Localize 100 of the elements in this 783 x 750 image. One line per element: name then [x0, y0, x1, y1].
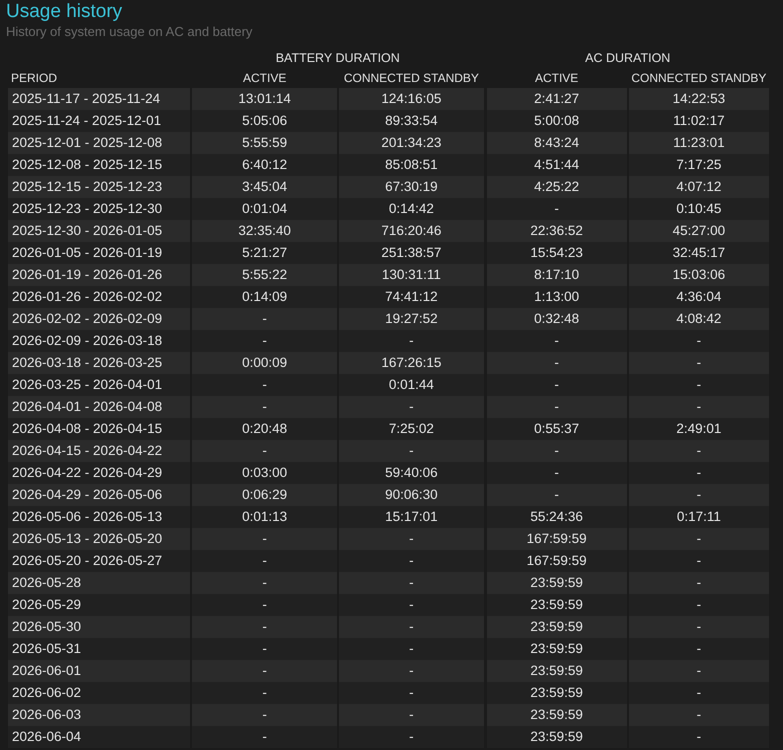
- table-cell: 4:07:12: [628, 176, 769, 198]
- table-cell: -: [628, 682, 769, 704]
- table-cell: -: [192, 396, 338, 418]
- table-cell: 124:16:05: [339, 88, 484, 110]
- table-cell: 2025-12-15 - 2025-12-23: [8, 176, 190, 198]
- table-cell: 7:17:25: [628, 154, 769, 176]
- table-cell: 23:59:59: [486, 660, 627, 682]
- table-cell: 167:26:15: [339, 352, 484, 374]
- table-cell: 2026-05-31: [8, 638, 190, 660]
- table-cell: 23:59:59: [486, 572, 627, 594]
- table-cell: 59:40:06: [339, 462, 484, 484]
- table-cell: -: [628, 528, 769, 550]
- table-cell: 2026-05-29: [8, 594, 190, 616]
- table-cell: -: [192, 660, 338, 682]
- table-cell: 45:27:00: [628, 220, 769, 242]
- table-cell: 1:13:00: [486, 286, 627, 308]
- table-cell: 167:59:59: [486, 550, 627, 572]
- table-cell: 23:59:59: [486, 726, 627, 748]
- table-cell: 5:55:59: [192, 132, 338, 154]
- table-cell: 55:24:36: [486, 506, 627, 528]
- table-cell: 23:59:59: [486, 616, 627, 638]
- table-cell: 13:01:14: [192, 88, 338, 110]
- table-cell: 0:32:48: [486, 308, 627, 330]
- table-cell: 2026-01-05 - 2026-01-19: [8, 242, 190, 264]
- table-cell: -: [628, 440, 769, 462]
- table-cell: -: [486, 352, 627, 374]
- table-cell: 2026-05-30: [8, 616, 190, 638]
- table-cell: 2025-12-01 - 2025-12-08: [8, 132, 190, 154]
- table-cell: -: [628, 660, 769, 682]
- table-cell: 2026-03-25 - 2026-04-01: [8, 374, 190, 396]
- table-cell: 0:03:00: [192, 462, 338, 484]
- table-cell: 22:36:52: [486, 220, 627, 242]
- table-cell: 2025-11-17 - 2025-11-24: [8, 88, 190, 110]
- table-cell: 23:59:59: [486, 594, 627, 616]
- table-cell: 2026-02-09 - 2026-03-18: [8, 330, 190, 352]
- table-cell: 23:59:59: [486, 682, 627, 704]
- table-cell: -: [486, 374, 627, 396]
- table-cell: 2026-04-01 - 2026-04-08: [8, 396, 190, 418]
- table-cell: -: [486, 330, 627, 352]
- table-cell: -: [192, 440, 338, 462]
- table-cell: -: [192, 638, 338, 660]
- table-cell: 15:03:06: [628, 264, 769, 286]
- table-cell: 716:20:46: [339, 220, 484, 242]
- table-cell: -: [339, 330, 484, 352]
- table-cell: 32:45:17: [628, 242, 769, 264]
- table-cell: -: [628, 330, 769, 352]
- table-cell: 2026-06-03: [8, 704, 190, 726]
- column-header: PERIOD: [11, 70, 58, 87]
- table-cell: 0:20:48: [192, 418, 338, 440]
- table-cell: -: [339, 616, 484, 638]
- column-header: ACTIVE: [534, 70, 578, 87]
- table-cell: 0:06:29: [192, 484, 338, 506]
- table-cell: -: [628, 374, 769, 396]
- table-cell: -: [192, 572, 338, 594]
- table-cell: -: [192, 594, 338, 616]
- table-cell: 4:51:44: [486, 154, 627, 176]
- column-header: CONNECTED STANDBY: [631, 70, 766, 87]
- table-cell: 2:41:27: [486, 88, 627, 110]
- table-cell: 0:14:42: [339, 198, 484, 220]
- table-cell: -: [192, 330, 338, 352]
- table-cell: 5:00:08: [486, 110, 627, 132]
- table-cell: -: [339, 440, 484, 462]
- table-cell: 11:02:17: [628, 110, 769, 132]
- table-cell: 2025-12-08 - 2025-12-15: [8, 154, 190, 176]
- table-cell: -: [339, 704, 484, 726]
- table-cell: -: [339, 396, 484, 418]
- column-header: CONNECTED STANDBY: [344, 70, 479, 87]
- group-header: AC DURATION: [585, 50, 670, 67]
- table-cell: 2026-06-02: [8, 682, 190, 704]
- table-cell: -: [628, 572, 769, 594]
- table-cell: -: [628, 704, 769, 726]
- table-cell: 251:38:57: [339, 242, 484, 264]
- table-cell: 0:10:45: [628, 198, 769, 220]
- table-cell: 7:25:02: [339, 418, 484, 440]
- table-cell: 85:08:51: [339, 154, 484, 176]
- table-cell: 2026-05-06 - 2026-05-13: [8, 506, 190, 528]
- table-cell: 23:59:59: [486, 704, 627, 726]
- table-cell: 89:33:54: [339, 110, 484, 132]
- table-cell: 2026-05-13 - 2026-05-20: [8, 528, 190, 550]
- table-cell: 5:05:06: [192, 110, 338, 132]
- table-cell: 14:22:53: [628, 88, 769, 110]
- table-cell: 0:55:37: [486, 418, 627, 440]
- table-cell: 2025-12-30 - 2026-01-05: [8, 220, 190, 242]
- table-cell: -: [628, 638, 769, 660]
- table-cell: 2026-05-20 - 2026-05-27: [8, 550, 190, 572]
- table-cell: -: [339, 572, 484, 594]
- table-cell: 0:00:09: [192, 352, 338, 374]
- table-cell: 0:01:04: [192, 198, 338, 220]
- table-cell: -: [339, 682, 484, 704]
- table-cell: 90:06:30: [339, 484, 484, 506]
- table-cell: 2025-12-23 - 2025-12-30: [8, 198, 190, 220]
- table-cell: -: [192, 726, 338, 748]
- table-cell: 2:49:01: [628, 418, 769, 440]
- table-cell: 5:55:22: [192, 264, 338, 286]
- table-cell: 4:36:04: [628, 286, 769, 308]
- table-cell: 2026-04-29 - 2026-05-06: [8, 484, 190, 506]
- table-cell: -: [628, 352, 769, 374]
- table-cell: 4:08:42: [628, 308, 769, 330]
- table-cell: -: [486, 396, 627, 418]
- group-header: BATTERY DURATION: [276, 50, 400, 67]
